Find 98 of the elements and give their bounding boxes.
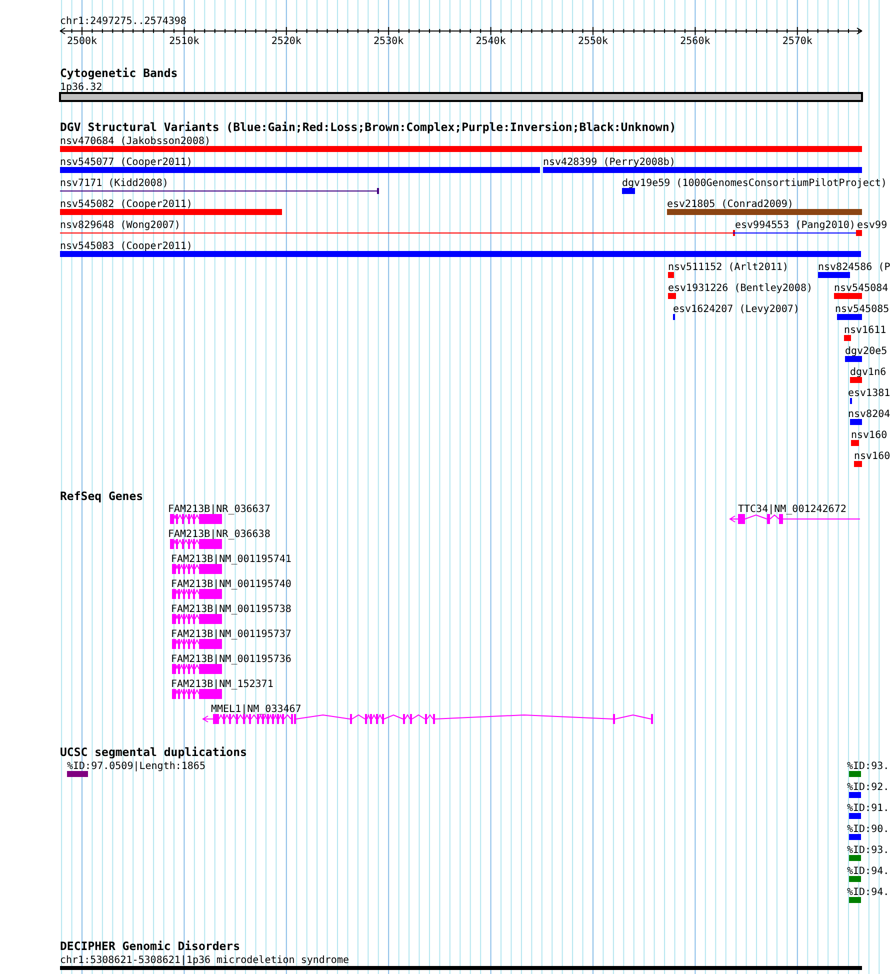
- variant-bar[interactable]: [668, 293, 676, 299]
- gene-structure-drawing[interactable]: [172, 614, 222, 624]
- variant-label: dgv1n6: [850, 367, 886, 378]
- variant-label: nsv470684 (Jakobsson2008): [60, 136, 211, 147]
- variant-label: dgv19e59 (1000GenomesConsortiumPilotProject): [622, 178, 887, 189]
- variant-bar[interactable]: [837, 314, 862, 320]
- gene-structure-drawing[interactable]: [170, 538, 222, 549]
- gene-structure-drawing[interactable]: [172, 638, 222, 649]
- duplication-bar[interactable]: [849, 771, 861, 777]
- variant-label: nsv511152 (Arlt2011): [668, 262, 788, 273]
- variant-bar[interactable]: [854, 461, 862, 467]
- variant-label: dgv20e5: [845, 346, 888, 357]
- duplication-label: %ID:91.: [847, 803, 890, 814]
- tick-label: 2560k: [680, 36, 710, 47]
- duplication-bar[interactable]: [849, 876, 861, 882]
- variant-label: nsv545084: [834, 283, 888, 294]
- variant-label: nsv8204: [848, 409, 890, 420]
- duplication-label: %ID:90.: [847, 824, 890, 835]
- variant-bar[interactable]: [856, 230, 862, 236]
- variant-label: nsv545083 (Cooper2011): [60, 241, 192, 252]
- variant-label: nsv1611: [844, 325, 886, 336]
- duplication-bar[interactable]: [849, 855, 861, 861]
- gene-label: FAM213B|NR_036638: [168, 529, 270, 540]
- track-title: DGV Structural Variants (Blue:Gain;Red:Loss;Brown:Complex;Purple:Inversion;Black:Unknown): [60, 120, 676, 134]
- variant-label: esv1624207 (Levy2007): [673, 304, 800, 315]
- gene-label: FAM213B|NM_001195736: [171, 654, 292, 665]
- disorder-label: chr1:5308621-5308621|1p36 microdeletion syndrome: [60, 955, 349, 966]
- duplication-label: %ID:92.: [847, 782, 890, 793]
- variant-bar[interactable]: [850, 377, 862, 383]
- variant-bar[interactable]: [60, 167, 540, 173]
- gene-label: FAM213B|NR_036637: [168, 504, 270, 515]
- variant-bar[interactable]: [818, 272, 850, 278]
- variant-label: nsv7171 (Kidd2008): [60, 178, 168, 189]
- variant-bar[interactable]: [844, 335, 851, 341]
- duplication-label: %ID:93.: [847, 761, 890, 772]
- variant-label: nsv545085: [835, 304, 890, 315]
- gene-label: FAM213B|NM_152371: [171, 679, 274, 690]
- gene-label: MMEL1|NM_033467: [211, 704, 302, 715]
- variant-label: esv994553 (Pang2010): [735, 220, 856, 231]
- gene-structure-drawing[interactable]: [172, 664, 222, 674]
- tick-label: 2550k: [578, 36, 608, 47]
- variant-bar[interactable]: [851, 440, 859, 446]
- duplication-label: %ID:94.: [847, 866, 890, 877]
- duplication-label: %ID:93.: [847, 845, 890, 856]
- duplication-bar[interactable]: [849, 897, 861, 903]
- gene-structure-drawing[interactable]: [172, 688, 222, 699]
- variant-label: esv21805 (Conrad2009): [667, 199, 794, 210]
- variant-label: nsv545077 (Cooper2011): [60, 157, 192, 168]
- variant-line[interactable]: [60, 188, 379, 194]
- variant-label: esv99: [857, 220, 888, 231]
- variant-label: nsv824586 (P: [818, 262, 890, 273]
- variant-label: nsv160: [854, 451, 890, 462]
- gene-structure-drawing[interactable]: [172, 588, 222, 599]
- duplication-bar[interactable]: [67, 771, 88, 777]
- tick-label: 2530k: [374, 36, 404, 47]
- gene-label: FAM213B|NM_001195741: [171, 554, 292, 565]
- disorder-bar[interactable]: [60, 966, 862, 970]
- variant-line[interactable]: [733, 230, 858, 236]
- track-title: RefSeq Genes: [60, 489, 144, 503]
- variant-bar[interactable]: [60, 146, 862, 152]
- track-title: UCSC segmental duplications: [60, 745, 247, 759]
- variant-bar[interactable]: [850, 419, 862, 425]
- variant-label: esv1381: [848, 388, 890, 399]
- variant-label: nsv829648 (Wong2007): [60, 220, 180, 231]
- gene-label: FAM213B|NM_001195740: [171, 579, 292, 590]
- tick-label: 2540k: [476, 36, 506, 47]
- gene-structure-drawing[interactable]: [170, 514, 222, 524]
- gene-label: FAM213B|NM_001195738: [171, 604, 292, 615]
- variant-bar[interactable]: [667, 209, 862, 215]
- gene-structure-drawing[interactable]: [202, 714, 653, 724]
- duplication-label: %ID:97.0509|Length:1865: [67, 761, 206, 772]
- variant-bar[interactable]: [543, 167, 862, 173]
- gene-structure-drawing[interactable]: [172, 564, 222, 574]
- variant-label: nsv160: [851, 430, 888, 441]
- band-label: 1p36.32: [60, 82, 102, 93]
- track-title: DECIPHER Genomic Disorders: [60, 939, 240, 953]
- ruler-range: chr1:2497275..2574398: [60, 16, 186, 27]
- variant-bar[interactable]: [622, 188, 635, 194]
- variant-label: nsv545082 (Cooper2011): [60, 199, 192, 210]
- tick-label: 2500k: [66, 36, 98, 47]
- variant-bar[interactable]: [834, 293, 862, 299]
- variant-bar[interactable]: [668, 272, 674, 278]
- gene-label: TTC34|NM_001242672: [738, 504, 846, 515]
- variant-bar[interactable]: [60, 251, 861, 257]
- track-title: Cytogenetic Bands: [60, 66, 178, 80]
- tick-label: 2510k: [169, 36, 200, 47]
- duplication-bar[interactable]: [849, 813, 861, 819]
- tick-label: 2570k: [782, 36, 812, 47]
- duplication-bar[interactable]: [849, 834, 861, 840]
- gene-label: FAM213B|NM_001195737: [171, 629, 292, 640]
- gene-structure-drawing[interactable]: [729, 514, 860, 524]
- duplication-bar[interactable]: [849, 792, 861, 798]
- variant-bar[interactable]: [845, 356, 862, 362]
- duplication-label: %ID:94.: [847, 887, 890, 898]
- variant-label: esv1931226 (Bentley2008): [668, 283, 812, 294]
- tick-label: 2520k: [271, 36, 302, 47]
- variant-label: nsv428399 (Perry2008b): [543, 157, 676, 168]
- variant-bar[interactable]: [60, 209, 282, 215]
